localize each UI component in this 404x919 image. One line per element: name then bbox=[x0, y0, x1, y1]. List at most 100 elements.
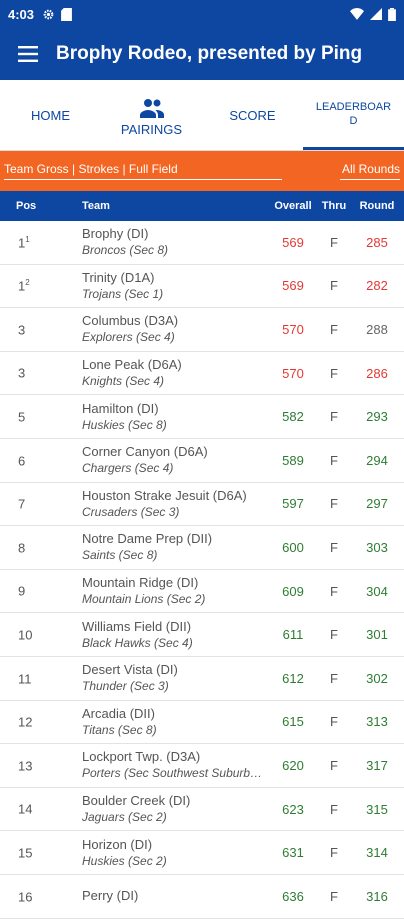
row-pos: 8 bbox=[18, 540, 26, 556]
row-overall: 600 bbox=[282, 539, 304, 555]
row-overall: 570 bbox=[282, 321, 304, 337]
tab-score-label: SCORE bbox=[229, 107, 276, 123]
table-row[interactable]: 15 Horizon (DI) Huskies (Sec 2) 631 F 314 bbox=[0, 831, 404, 875]
header-round: Round bbox=[359, 200, 395, 212]
tab-pairings[interactable]: PAIRINGS bbox=[101, 80, 202, 150]
team-name: Houston Strake Jesuit (D6A) bbox=[82, 487, 247, 503]
row-team: Boulder Creek (DI) Jaguars (Sec 2) bbox=[82, 793, 268, 825]
team-name: Corner Canyon (D6A) bbox=[82, 444, 208, 460]
table-row[interactable]: 11 Brophy (DI) Broncos (Sec 8) 569 F 285 bbox=[0, 221, 404, 265]
table-row[interactable]: 3 Columbus (D3A) Explorers (Sec 4) 570 F … bbox=[0, 308, 404, 352]
row-pos: 13 bbox=[18, 758, 33, 774]
table-row[interactable]: 8 Notre Dame Prep (DII) Saints (Sec 8) 60… bbox=[0, 526, 404, 570]
table-row[interactable]: 10 Williams Field (DII) Black Hawks (Sec … bbox=[0, 613, 404, 657]
row-thru: F bbox=[330, 888, 338, 904]
row-pos: 7 bbox=[18, 496, 26, 512]
round-filter-select[interactable]: All Rounds bbox=[340, 162, 400, 180]
row-team: Lone Peak (D6A) Knights (Sec 4) bbox=[82, 357, 268, 389]
row-thru: F bbox=[330, 714, 338, 730]
row-thru: F bbox=[330, 321, 338, 337]
row-round: 303 bbox=[366, 539, 388, 555]
team-mascot: Saints (Sec 8) bbox=[82, 548, 158, 563]
row-team: Notre Dame Prep (DII) Saints (Sec 8) bbox=[82, 531, 268, 563]
app-bar: Brophy Rodeo, presented by Ping bbox=[0, 28, 404, 80]
filter-bar: Team Gross | Strokes | Full Field All Ro… bbox=[0, 151, 404, 191]
team-name: Williams Field (DII) bbox=[82, 618, 192, 634]
table-header: Pos Team Overall Thru Round bbox=[0, 191, 404, 221]
table-row[interactable]: 7 Houston Strake Jesuit (D6A) Crusaders (… bbox=[0, 483, 404, 527]
tab-score[interactable]: SCORE bbox=[202, 80, 303, 150]
team-name: Desert Vista (DI) bbox=[82, 662, 178, 678]
row-overall: 569 bbox=[282, 278, 304, 294]
row-team: Brophy (DI) Broncos (Sec 8) bbox=[82, 226, 268, 258]
row-team: Lockport Twp. (D3A) Porters (Sec Southwes… bbox=[82, 749, 268, 781]
row-pos: 9 bbox=[18, 583, 26, 599]
row-pos: 5 bbox=[18, 409, 26, 425]
people-icon bbox=[139, 98, 164, 118]
header-pos: Pos bbox=[16, 200, 37, 212]
table-row[interactable]: 9 Mountain Ridge (DI) Mountain Lions (Sec… bbox=[0, 570, 404, 614]
row-overall: 623 bbox=[282, 801, 304, 817]
row-round: 313 bbox=[366, 714, 388, 730]
team-mascot: Huskies (Sec 8) bbox=[82, 417, 167, 432]
wifi-icon bbox=[350, 8, 364, 20]
row-overall: 631 bbox=[282, 845, 304, 861]
status-time: 4:03 bbox=[8, 6, 35, 22]
settings-icon bbox=[43, 9, 54, 19]
row-round: 285 bbox=[366, 234, 388, 250]
row-thru: F bbox=[330, 670, 338, 686]
header-thru: Thru bbox=[321, 200, 347, 212]
row-pos: 11 bbox=[18, 234, 30, 250]
menu-button[interactable] bbox=[0, 46, 56, 62]
tab-home-label: HOME bbox=[31, 107, 70, 123]
team-name: Perry (DI) bbox=[82, 888, 139, 904]
team-mascot: Explorers (Sec 4) bbox=[82, 330, 175, 345]
team-name: Columbus (D3A) bbox=[82, 313, 179, 329]
table-row[interactable]: 16 Perry (DI) 636 F 316 bbox=[0, 875, 404, 919]
row-team: Columbus (D3A) Explorers (Sec 4) bbox=[82, 313, 268, 345]
team-name: Lone Peak (D6A) bbox=[82, 357, 182, 373]
table-row[interactable]: 14 Boulder Creek (DI) Jaguars (Sec 2) 623… bbox=[0, 788, 404, 832]
table-row[interactable]: 11 Desert Vista (DI) Thunder (Sec 3) 612 … bbox=[0, 657, 404, 701]
row-round: 282 bbox=[366, 278, 388, 294]
team-name: Hamilton (DI) bbox=[82, 400, 159, 416]
table-row[interactable]: 12 Trinity (D1A) Trojans (Sec 1) 569 F 28… bbox=[0, 265, 404, 309]
field-filter-select[interactable]: Team Gross | Strokes | Full Field bbox=[4, 162, 282, 180]
row-overall: 589 bbox=[282, 452, 304, 468]
table-row[interactable]: 12 Arcadia (DII) Titans (Sec 8) 615 F 313 bbox=[0, 701, 404, 745]
row-overall: 612 bbox=[282, 670, 304, 686]
tab-leaderboard[interactable]: LEADERBOARD bbox=[303, 80, 404, 150]
row-round: 286 bbox=[366, 365, 388, 381]
team-name: Boulder Creek (DI) bbox=[82, 793, 191, 809]
team-mascot: Crusaders (Sec 3) bbox=[82, 504, 180, 519]
row-overall: 597 bbox=[282, 496, 304, 512]
row-thru: F bbox=[330, 365, 338, 381]
row-team: Corner Canyon (D6A) Chargers (Sec 4) bbox=[82, 444, 268, 476]
header-overall: Overall bbox=[274, 200, 312, 212]
team-mascot: Trojans (Sec 1) bbox=[82, 286, 164, 301]
table-row[interactable]: 5 Hamilton (DI) Huskies (Sec 8) 582 F 293 bbox=[0, 395, 404, 439]
row-thru: F bbox=[330, 496, 338, 512]
row-thru: F bbox=[330, 845, 338, 861]
row-thru: F bbox=[330, 757, 338, 773]
row-team: Desert Vista (DI) Thunder (Sec 3) bbox=[82, 662, 268, 694]
team-name: Lockport Twp. (D3A) bbox=[82, 749, 201, 765]
tab-home[interactable]: HOME bbox=[0, 80, 101, 150]
row-thru: F bbox=[330, 627, 338, 643]
team-name: Brophy (DI) bbox=[82, 226, 149, 242]
table-row[interactable]: 3 Lone Peak (D6A) Knights (Sec 4) 570 F 2… bbox=[0, 352, 404, 396]
row-round: 302 bbox=[366, 670, 388, 686]
status-bar: 4:03 bbox=[0, 0, 404, 28]
tab-bar: HOME PAIRINGS SCORE LEADERBOARD bbox=[0, 80, 404, 151]
row-team: Trinity (D1A) Trojans (Sec 1) bbox=[82, 270, 268, 302]
row-pos: 12 bbox=[18, 278, 30, 294]
row-round: 304 bbox=[366, 583, 388, 599]
row-overall: 569 bbox=[282, 234, 304, 250]
table-row[interactable]: 6 Corner Canyon (D6A) Chargers (Sec 4) 58… bbox=[0, 439, 404, 483]
team-mascot: Broncos (Sec 8) bbox=[82, 243, 169, 258]
table-row[interactable]: 13 Lockport Twp. (D3A) Porters (Sec South… bbox=[0, 744, 404, 788]
row-pos: 11 bbox=[18, 670, 32, 686]
row-overall: 611 bbox=[282, 627, 304, 643]
row-pos: 6 bbox=[18, 452, 26, 468]
team-mascot: Mountain Lions (Sec 2) bbox=[82, 592, 206, 607]
